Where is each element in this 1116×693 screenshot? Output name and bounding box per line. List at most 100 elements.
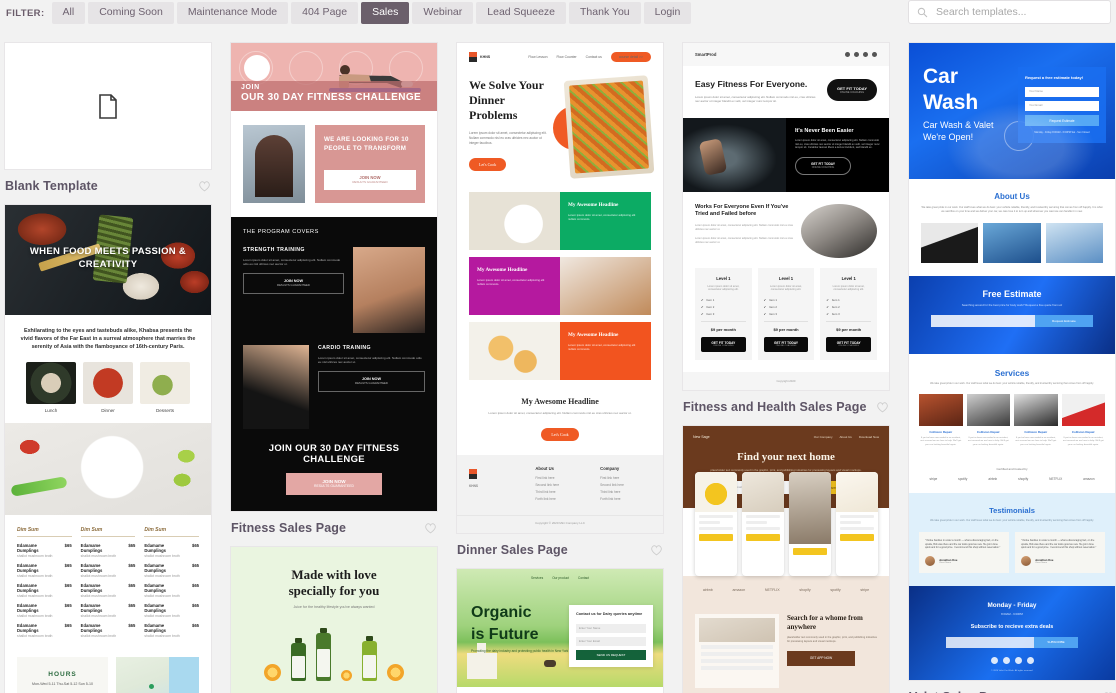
- filter-lead-squeeze[interactable]: Lead Squeeze: [476, 2, 567, 24]
- template-card-juice[interactable]: Made with love specially for you Juice f…: [230, 546, 438, 693]
- instagram-icon[interactable]: [1014, 656, 1022, 664]
- organic-contact-form[interactable]: Contact us for Dairy queries anytime Ent…: [569, 605, 653, 667]
- organic-name-field[interactable]: Enter Your Name: [576, 623, 646, 633]
- service-body: If you've been rear-ended in an accident…: [1062, 436, 1104, 446]
- footer-link[interactable]: Forth link here: [600, 497, 651, 501]
- template-card-valet[interactable]: Car Wash Car Wash & Valet We're Open! Re…: [908, 42, 1116, 693]
- twitter-icon[interactable]: [1002, 656, 1010, 664]
- footer-link[interactable]: Third link here: [600, 490, 651, 494]
- carwash-photo: [1045, 223, 1103, 263]
- filter-all[interactable]: All: [51, 2, 86, 24]
- filter-thank-you[interactable]: Thank You: [569, 2, 641, 24]
- nav-link[interactable]: Download Now: [859, 435, 879, 439]
- realestate-feature-button[interactable]: GET APP NOW: [787, 651, 855, 667]
- template-card-food[interactable]: WHEN FOOD MEETS PASSION & CREATIVITY Exh…: [4, 204, 212, 693]
- nav-link[interactable]: Contact: [578, 576, 589, 580]
- search-box[interactable]: [908, 0, 1111, 24]
- carwash-name-field[interactable]: Your Name: [1025, 87, 1099, 97]
- template-card-realestate[interactable]: New Sage Our Company About Us Download N…: [682, 425, 890, 693]
- nav-link[interactable]: Flow Counter: [556, 55, 576, 59]
- plan-button[interactable]: GET FIT TODAY ONLINE COACHING: [763, 337, 809, 353]
- filter-404-page[interactable]: 404 Page: [291, 2, 359, 24]
- pricing-card[interactable]: Level 1 Lorem ipsum dolor sit amet, cons…: [695, 267, 752, 361]
- filter-sales[interactable]: Sales: [361, 2, 410, 24]
- footer-link[interactable]: Second link here: [600, 483, 651, 487]
- template-card-fitness[interactable]: JOIN OUR 30 DAY FITNESS CHALLENGE WE ARE…: [230, 42, 438, 546]
- nav-link[interactable]: Our Company: [814, 435, 833, 439]
- footer-col-head: Company: [600, 466, 620, 472]
- valet-template-thumb[interactable]: Car Wash Car Wash & Valet We're Open! Re…: [908, 42, 1116, 681]
- template-card-organic[interactable]: Services Our product Contact Organic is …: [456, 568, 664, 693]
- footer-link[interactable]: Second link here: [535, 483, 586, 487]
- dinner-cta-button[interactable]: Let's Cook: [541, 428, 579, 442]
- carwash-estimate-form[interactable]: Request a free estimate today! Your Name…: [1018, 67, 1106, 143]
- instagram-icon[interactable]: [863, 52, 868, 57]
- organic-template-thumb[interactable]: Services Our product Contact Organic is …: [457, 569, 663, 693]
- program-button[interactable]: JOIN NOW RESULTS GUARANTEED: [318, 370, 425, 392]
- map-pin-icon: [149, 683, 155, 689]
- filter-maintenance-mode[interactable]: Maintenance Mode: [176, 2, 289, 24]
- filter-login[interactable]: Login: [643, 2, 692, 24]
- dinner-template-thumb[interactable]: KHNS Flow Lesson Flow Counter Contact us…: [456, 42, 664, 535]
- social-icons[interactable]: [845, 52, 877, 57]
- fitness-cta-button[interactable]: JOIN NOW RESULTS GUARANTEED: [324, 170, 416, 190]
- heart-outline-icon[interactable]: [424, 522, 437, 534]
- template-card-health[interactable]: SmartProd Easy Fitness For Everyone. Lor…: [682, 42, 890, 425]
- twitter-icon[interactable]: [854, 52, 859, 57]
- social-icons[interactable]: [921, 656, 1103, 664]
- program-button[interactable]: JOIN NOW RESULTS GUARANTEED: [243, 272, 344, 294]
- phone-mockup: [741, 472, 784, 577]
- footer-link[interactable]: Third link here: [535, 490, 586, 494]
- carwash-submit-button[interactable]: Request Estimate: [1025, 115, 1099, 126]
- nav-link[interactable]: About Us: [839, 435, 851, 439]
- filter-webinar[interactable]: Webinar: [412, 2, 474, 24]
- organic-email-field[interactable]: Enter Your Email: [576, 636, 646, 646]
- pricing-card[interactable]: Level 1 Lorem ipsum dolor sit amet, cons…: [820, 267, 878, 361]
- facebook-icon[interactable]: [845, 52, 850, 57]
- carwash-email-field[interactable]: Your Email: [1025, 101, 1099, 111]
- template-card-blank[interactable]: Blank Template: [4, 42, 212, 204]
- realestate-template-thumb[interactable]: New Sage Our Company About Us Download N…: [683, 426, 889, 693]
- template-card-dinner[interactable]: KHNS Flow Lesson Flow Counter Contact us…: [456, 42, 664, 568]
- footer-link[interactable]: First link here: [535, 476, 586, 480]
- nav-link[interactable]: Contact us: [586, 55, 602, 59]
- heart-outline-icon[interactable]: [198, 180, 211, 192]
- plan-button[interactable]: GET FIT TODAY ONLINE COACHING: [701, 337, 746, 353]
- footer-col-head: About Us: [535, 466, 554, 472]
- subscribe-email-field[interactable]: [946, 636, 1034, 648]
- carwash-tagline-1: Car Wash & Valet: [923, 120, 994, 130]
- fitness-final-button[interactable]: JOIN NOW RESULTS GUARANTEED: [286, 473, 382, 495]
- carwash-estimate-button[interactable]: Request Estimate: [1035, 315, 1093, 328]
- nav-link[interactable]: Flow Lesson: [528, 55, 547, 59]
- footer-link[interactable]: First link here: [600, 476, 651, 480]
- menu-column: Dim Sum Edamame Dumplings shallot mushroo…: [17, 527, 72, 643]
- search-input[interactable]: [934, 5, 1102, 19]
- health-dark-button[interactable]: GET FIT TODAY ONLINE COACHING: [795, 157, 851, 176]
- health-hero-button[interactable]: GET FIT TODAY ONLINE COACHING: [826, 79, 877, 101]
- fitness-template-thumb[interactable]: JOIN OUR 30 DAY FITNESS CHALLENGE WE ARE…: [230, 42, 438, 512]
- heart-outline-icon[interactable]: [650, 544, 663, 556]
- mail-icon[interactable]: [1026, 656, 1034, 664]
- plan-button[interactable]: GET FIT TODAY ONLINE COACHING: [826, 337, 872, 353]
- carwash-estimate-email-field[interactable]: [931, 315, 1035, 328]
- food-template-thumb[interactable]: WHEN FOOD MEETS PASSION & CREATIVITY Exh…: [5, 205, 211, 693]
- pricing-card[interactable]: Level 1 Lorem ipsum dolor sit amet, cons…: [757, 267, 815, 361]
- fitness-cta-head: WE ARE LOOKING FOR 10 PEOPLE TO TRANSFOR…: [324, 136, 409, 152]
- nav-link[interactable]: Services: [531, 576, 543, 580]
- youtube-icon[interactable]: [872, 52, 877, 57]
- carwash-services-sub: We take great pride in our work. Our sta…: [930, 382, 1094, 385]
- testimonial-card: "I broke handles in under a month — what…: [1015, 531, 1105, 573]
- organic-submit-button[interactable]: SEND US REQUEST: [576, 649, 646, 660]
- health-template-thumb[interactable]: SmartProd Easy Fitness For Everyone. Lor…: [682, 42, 890, 392]
- subscribe-button[interactable]: SUBSCRIBE: [1034, 636, 1078, 648]
- juice-template-thumb[interactable]: Made with love specially for you Juice f…: [231, 547, 437, 693]
- footer-link[interactable]: Forth link here: [535, 497, 586, 501]
- dinner-cta-section: My Awesome Headline Lorem ipsum dolor si…: [457, 387, 663, 455]
- nav-link[interactable]: Our product: [552, 576, 569, 580]
- facebook-icon[interactable]: [990, 656, 998, 664]
- filter-coming-soon[interactable]: Coming Soon: [88, 2, 174, 24]
- nav-cta-button[interactable]: course detail >>: [610, 52, 651, 62]
- blank-template-thumb[interactable]: [4, 42, 212, 170]
- dinner-hero-button[interactable]: Let's Cook: [469, 158, 507, 172]
- heart-outline-icon[interactable]: [876, 401, 889, 413]
